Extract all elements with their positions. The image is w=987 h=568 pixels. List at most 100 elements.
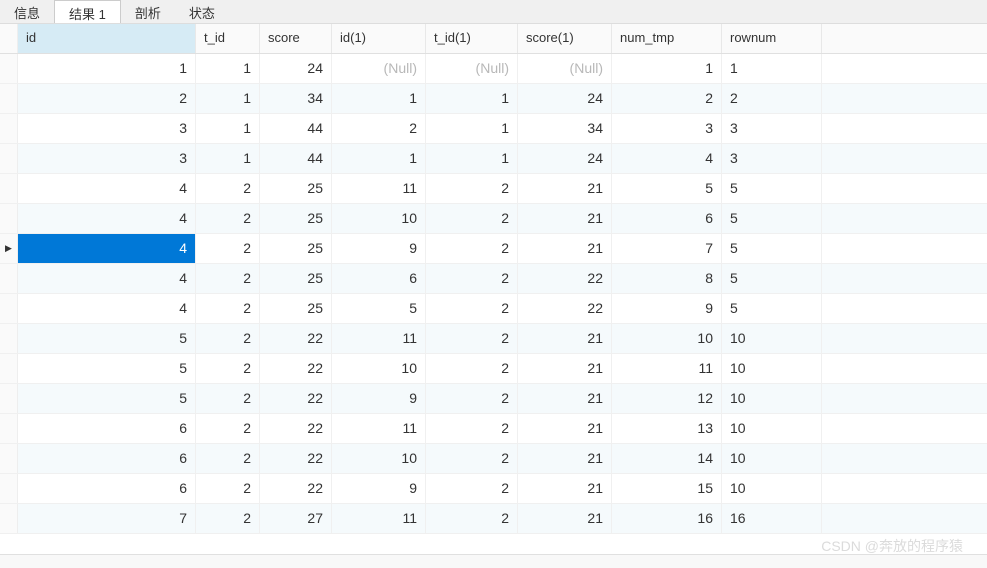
cell-t_id1[interactable]: 2 (426, 264, 518, 293)
cell-rownum[interactable]: 5 (722, 264, 822, 293)
cell-id1[interactable]: 1 (332, 84, 426, 113)
cell-num_tmp[interactable]: 6 (612, 204, 722, 233)
cell-t_id[interactable]: 1 (196, 84, 260, 113)
cell-score1[interactable]: 22 (518, 294, 612, 323)
cell-id1[interactable]: 10 (332, 204, 426, 233)
cell-t_id1[interactable]: 2 (426, 504, 518, 533)
cell-t_id1[interactable]: 2 (426, 204, 518, 233)
cell-id[interactable]: 4 (18, 174, 196, 203)
cell-id[interactable]: 4 (18, 294, 196, 323)
cell-score[interactable]: 22 (260, 354, 332, 383)
cell-num_tmp[interactable]: 7 (612, 234, 722, 263)
cell-score1[interactable]: 21 (518, 384, 612, 413)
cell-id1[interactable]: 10 (332, 354, 426, 383)
cell-num_tmp[interactable]: 10 (612, 324, 722, 353)
cell-score1[interactable]: (Null) (518, 54, 612, 83)
cell-num_tmp[interactable]: 2 (612, 84, 722, 113)
cell-score1[interactable]: 21 (518, 234, 612, 263)
cell-id1[interactable]: 2 (332, 114, 426, 143)
column-header-id[interactable]: id (18, 24, 196, 53)
cell-t_id[interactable]: 2 (196, 384, 260, 413)
cell-t_id[interactable]: 2 (196, 354, 260, 383)
row-handle[interactable] (0, 474, 18, 503)
row-handle[interactable] (0, 114, 18, 143)
column-header-id1[interactable]: id(1) (332, 24, 426, 53)
row-handle[interactable] (0, 504, 18, 533)
row-handle[interactable] (0, 354, 18, 383)
table-row[interactable]: 3144112443 (0, 144, 987, 174)
cell-num_tmp[interactable]: 13 (612, 414, 722, 443)
cell-t_id[interactable]: 2 (196, 264, 260, 293)
cell-rownum[interactable]: 1 (722, 54, 822, 83)
cell-rownum[interactable]: 3 (722, 114, 822, 143)
cell-id[interactable]: 5 (18, 384, 196, 413)
cell-num_tmp[interactable]: 11 (612, 354, 722, 383)
row-handle[interactable] (0, 384, 18, 413)
table-row[interactable]: 4225622285 (0, 264, 987, 294)
cell-score[interactable]: 22 (260, 474, 332, 503)
cell-id1[interactable]: 11 (332, 324, 426, 353)
table-row[interactable]: 6222112211310 (0, 414, 987, 444)
cell-t_id1[interactable]: 2 (426, 294, 518, 323)
cell-id[interactable]: 4 (18, 234, 196, 263)
row-handle[interactable] (0, 414, 18, 443)
cell-rownum[interactable]: 10 (722, 414, 822, 443)
cell-num_tmp[interactable]: 14 (612, 444, 722, 473)
cell-score[interactable]: 25 (260, 234, 332, 263)
table-row[interactable]: 1124(Null)(Null)(Null)11 (0, 54, 987, 84)
cell-t_id1[interactable]: 1 (426, 84, 518, 113)
cell-t_id1[interactable]: (Null) (426, 54, 518, 83)
cell-num_tmp[interactable]: 8 (612, 264, 722, 293)
cell-id[interactable]: 4 (18, 264, 196, 293)
cell-id1[interactable]: 9 (332, 234, 426, 263)
cell-rownum[interactable]: 10 (722, 444, 822, 473)
cell-t_id[interactable]: 2 (196, 324, 260, 353)
cell-id[interactable]: 3 (18, 114, 196, 143)
cell-id[interactable]: 3 (18, 144, 196, 173)
cell-score[interactable]: 25 (260, 264, 332, 293)
cell-num_tmp[interactable]: 1 (612, 54, 722, 83)
cell-score[interactable]: 25 (260, 294, 332, 323)
cell-num_tmp[interactable]: 5 (612, 174, 722, 203)
cell-id1[interactable]: 11 (332, 174, 426, 203)
cell-score1[interactable]: 21 (518, 204, 612, 233)
cell-t_id1[interactable]: 2 (426, 234, 518, 263)
row-handle[interactable] (0, 264, 18, 293)
cell-id1[interactable]: 10 (332, 444, 426, 473)
cell-t_id[interactable]: 2 (196, 474, 260, 503)
cell-rownum[interactable]: 16 (722, 504, 822, 533)
cell-score[interactable]: 44 (260, 114, 332, 143)
cell-t_id1[interactable]: 2 (426, 174, 518, 203)
cell-id[interactable]: 4 (18, 204, 196, 233)
cell-id[interactable]: 5 (18, 324, 196, 353)
cell-rownum[interactable]: 5 (722, 294, 822, 323)
cell-t_id[interactable]: 2 (196, 204, 260, 233)
cell-t_id1[interactable]: 2 (426, 444, 518, 473)
cell-rownum[interactable]: 5 (722, 174, 822, 203)
column-header-t_id1[interactable]: t_id(1) (426, 24, 518, 53)
cell-rownum[interactable]: 3 (722, 144, 822, 173)
cell-id[interactable]: 6 (18, 444, 196, 473)
row-handle[interactable] (0, 204, 18, 233)
cell-score[interactable]: 22 (260, 444, 332, 473)
cell-rownum[interactable]: 2 (722, 84, 822, 113)
row-handle[interactable] (0, 234, 18, 263)
cell-id1[interactable]: 1 (332, 144, 426, 173)
cell-score[interactable]: 22 (260, 414, 332, 443)
table-row[interactable]: 4225522295 (0, 294, 987, 324)
cell-rownum[interactable]: 5 (722, 234, 822, 263)
cell-id1[interactable]: 5 (332, 294, 426, 323)
cell-num_tmp[interactable]: 9 (612, 294, 722, 323)
cell-rownum[interactable]: 10 (722, 474, 822, 503)
table-row[interactable]: 522292211210 (0, 384, 987, 414)
cell-t_id[interactable]: 2 (196, 294, 260, 323)
cell-id[interactable]: 1 (18, 54, 196, 83)
cell-num_tmp[interactable]: 4 (612, 144, 722, 173)
table-row[interactable]: 6222102211410 (0, 444, 987, 474)
cell-score1[interactable]: 21 (518, 174, 612, 203)
cell-score1[interactable]: 21 (518, 354, 612, 383)
cell-id[interactable]: 2 (18, 84, 196, 113)
cell-score1[interactable]: 34 (518, 114, 612, 143)
cell-t_id1[interactable]: 1 (426, 144, 518, 173)
tab-2[interactable]: 剖析 (121, 0, 175, 23)
